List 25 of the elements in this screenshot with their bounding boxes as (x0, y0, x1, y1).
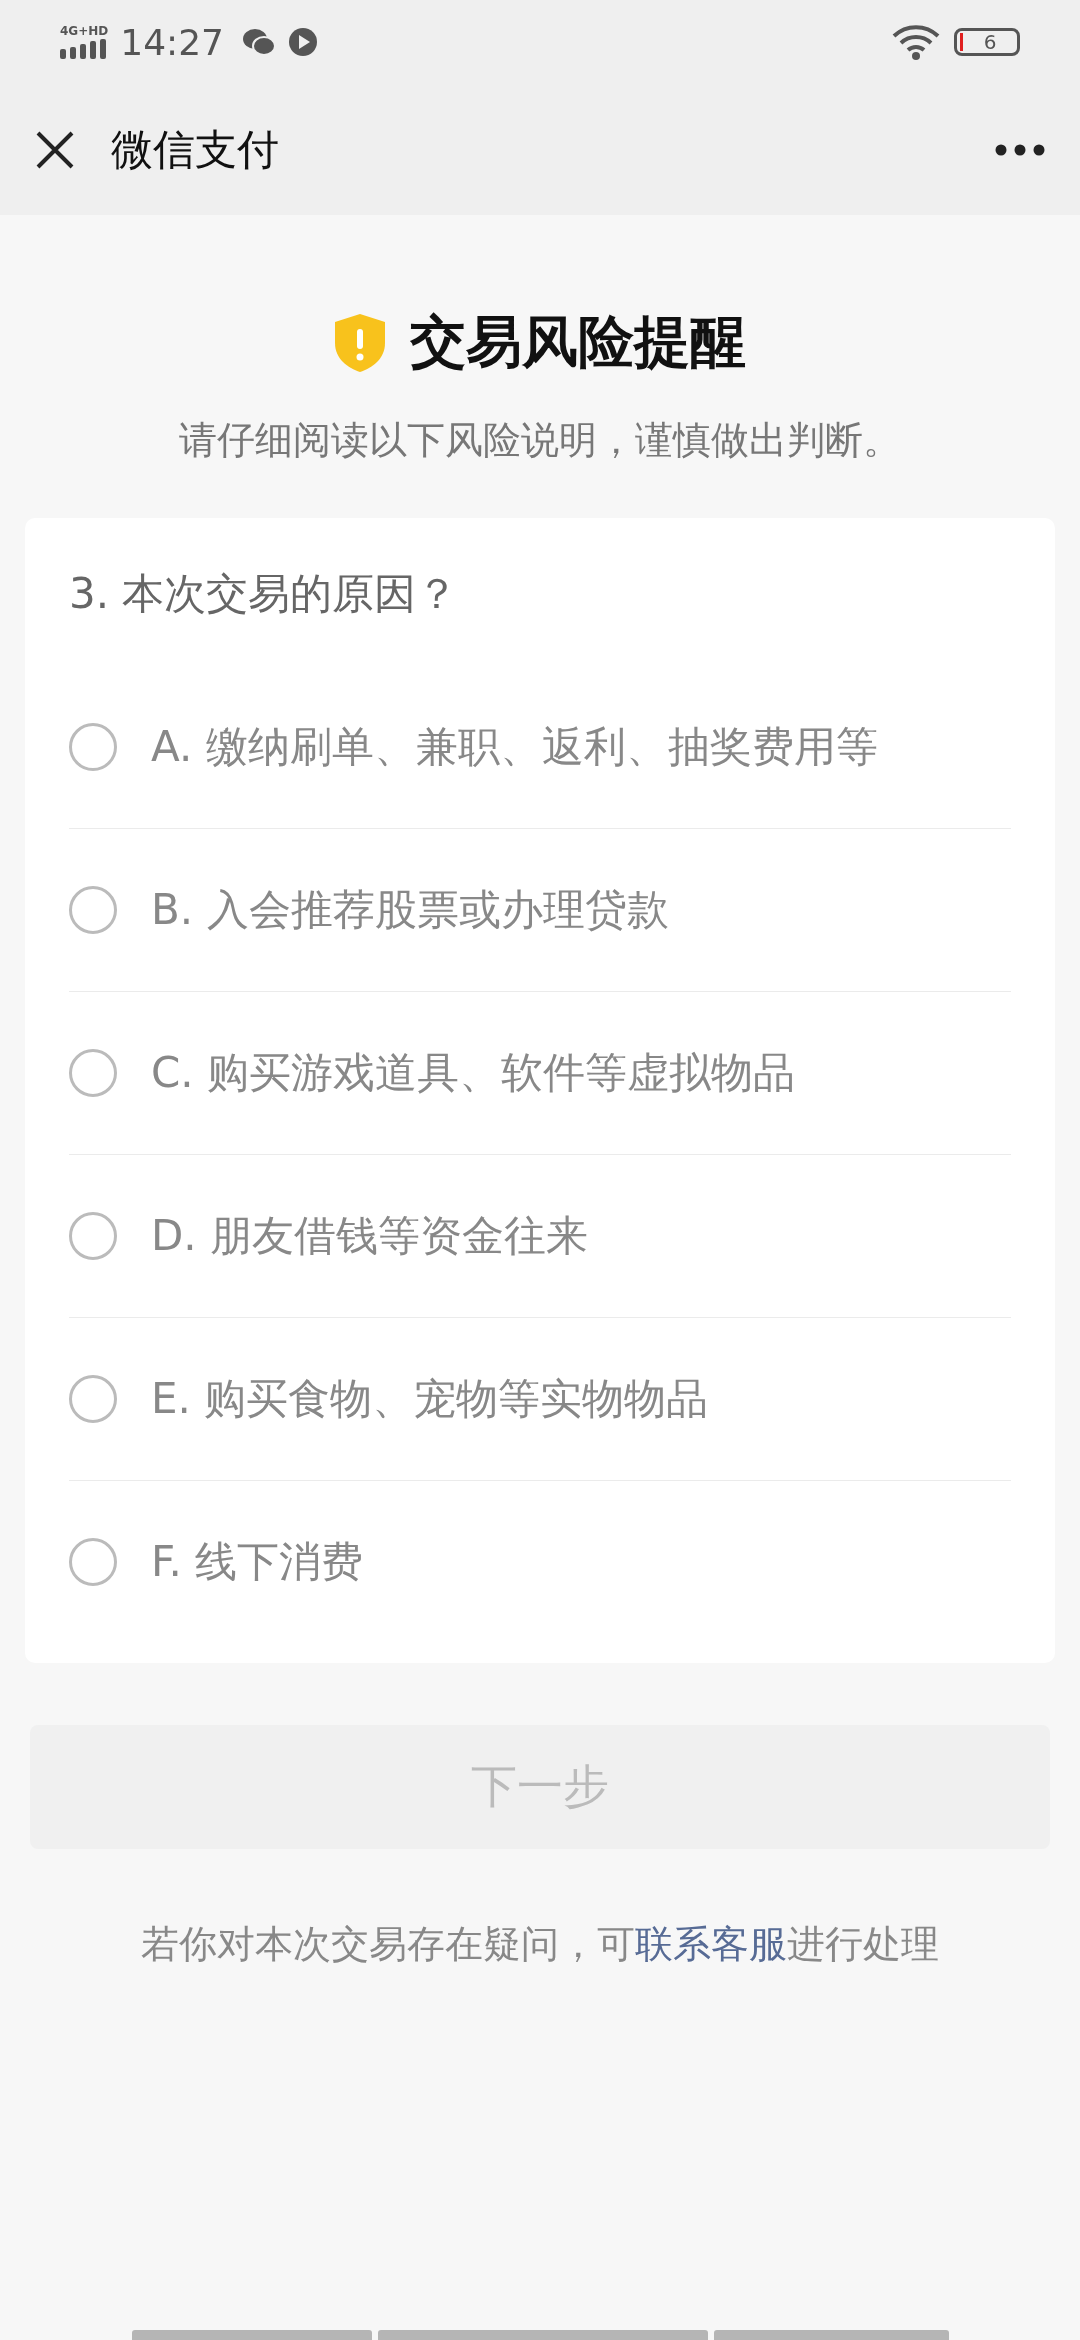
navigation-bar-segment[interactable] (131, 2330, 372, 2340)
signal-icon (60, 39, 106, 59)
wifi-icon (892, 24, 942, 60)
close-icon[interactable] (35, 129, 75, 170)
question-text: 3. 本次交易的原因？ (68, 568, 460, 620)
battery-icon: 6 (954, 28, 1020, 56)
navigation-bar-segment[interactable] (713, 2330, 949, 2340)
status-time: 14:27 (120, 21, 224, 63)
answer-option[interactable]: A. 缴纳刷单、兼职、返利、抽奖费用等 (69, 666, 1011, 829)
answer-option[interactable]: F. 线下消费 (69, 1481, 1011, 1643)
shield-warning-icon (334, 313, 386, 373)
help-text: 若你对本次交易存在疑问，可联系客服进行处理 (140, 1921, 940, 1968)
more-icon[interactable] (995, 143, 1045, 156)
page-title: 微信支付 (111, 123, 280, 176)
answer-option[interactable]: E. 购买食物、宠物等实物物品 (69, 1318, 1011, 1481)
alert-subtitle: 请仔细阅读以下风险说明，谨慎做出判断。 (179, 417, 901, 464)
answer-option[interactable]: D. 朋友借钱等资金往来 (69, 1155, 1011, 1318)
navigation-bar-segment[interactable] (377, 2330, 708, 2340)
answer-option[interactable]: C. 购买游戏道具、软件等虚拟物品 (69, 992, 1011, 1155)
play-circle-icon (288, 27, 318, 57)
network-type: 4G+HD (60, 25, 109, 37)
contact-support-link[interactable]: 联系客服 (635, 1922, 787, 1966)
alert-title: 交易风险提醒 (410, 308, 746, 376)
chat-bubbles-icon (242, 27, 276, 57)
answer-option[interactable]: B. 入会推荐股票或办理贷款 (69, 829, 1011, 992)
